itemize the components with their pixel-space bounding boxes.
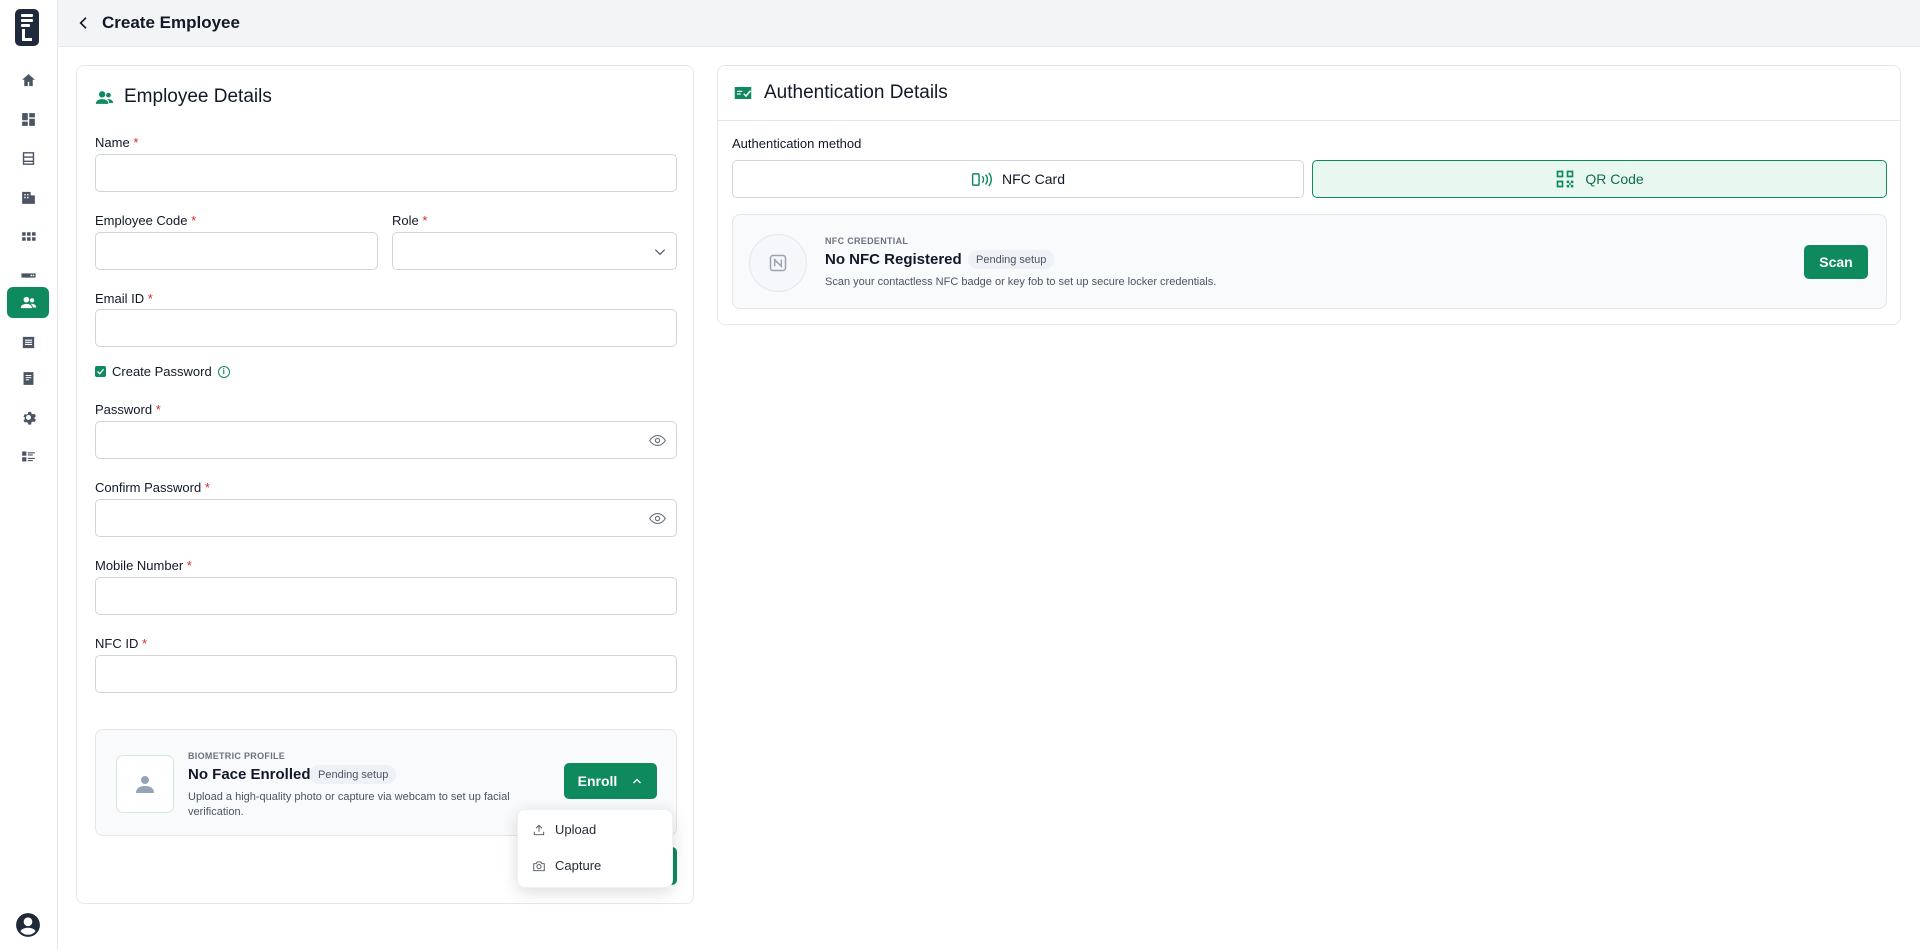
email-label: Email ID * [95,291,153,306]
home-icon [21,74,35,87]
device-icon [20,273,36,278]
sidebar-item-settings[interactable] [7,402,49,433]
main-content: Employee Details Name * Employee Code * … [58,47,1920,950]
password-field[interactable] [95,421,677,459]
name-field[interactable] [95,154,677,192]
nfc-id-field[interactable] [95,655,677,693]
gear-icon [22,411,36,425]
menu-item-capture[interactable]: Capture [532,858,601,873]
sidebar-item-dashboard[interactable] [7,104,49,135]
card-title-text: Authentication Details [764,82,948,103]
sidebar-item-reports[interactable] [7,441,49,472]
face-avatar [116,755,174,813]
create-password-checkbox[interactable] [95,366,106,377]
mobile-field[interactable] [95,577,677,615]
id-card-icon [734,87,752,99]
sidebar-item-list[interactable] [7,327,49,358]
user-silhouette-icon [136,776,154,793]
mobile-label: Mobile Number * [95,558,192,573]
enroll-button[interactable]: Enroll [564,763,657,799]
sidebar-item-home[interactable] [7,65,49,96]
confirm-password-field[interactable] [95,499,677,537]
list-icon [22,336,34,349]
building-icon [21,191,35,204]
menu-item-label: Capture [555,858,602,873]
dashboard-icon [21,113,35,126]
email-field[interactable] [95,309,677,347]
auth-card-header: Authentication Details [718,66,1900,121]
employee-details-card: Employee Details Name * Employee Code * … [76,65,694,904]
enroll-menu: Upload Capture [517,809,673,888]
nfc-description: Scan your contactless NFC badge or key f… [825,276,1217,288]
confirm-password-label: Confirm Password * [95,480,210,495]
chevron-up-icon [633,778,642,784]
eye-icon[interactable] [649,511,666,526]
biometric-description: Upload a high-quality photo or capture v… [188,791,510,818]
back-button[interactable] [70,9,98,37]
biometric-status-title: No Face Enrolled [188,766,311,783]
sidebar-item-grid[interactable] [7,221,49,252]
reports-icon [21,451,35,462]
biometric-eyebrow: BIOMETRIC PROFILE [188,751,286,761]
sidebar-item-users[interactable] [7,287,49,318]
grid-icon [21,232,36,241]
page-title: Create Employee [102,13,240,32]
role-select[interactable] [392,232,677,270]
top-bar: Create Employee [58,0,1920,47]
camera-icon [533,860,545,871]
nfc-eyebrow: NFC CREDENTIAL [825,236,909,246]
app-logo[interactable] [15,9,39,46]
sidebar-profile[interactable] [7,909,49,940]
chevron-left-icon [79,17,87,29]
upload-icon [533,824,545,835]
role-label: Role * [392,213,428,228]
users-icon [20,296,36,309]
create-password-label: Create Password [112,364,212,379]
auth-option-qr-code[interactable]: QR Code [1312,160,1887,198]
lockers-icon [22,152,34,165]
create-password-row[interactable]: Create Password i [95,364,230,379]
eye-icon[interactable] [649,433,666,448]
users-icon [95,90,114,104]
nfc-status-title: No NFC Registered [825,251,962,268]
auth-heading: Authentication Details [732,82,948,104]
sidebar [0,0,58,950]
document-icon [23,372,33,385]
user-circle-icon [16,912,40,937]
sidebar-item-lockers[interactable] [7,143,49,174]
info-icon[interactable]: i [217,365,230,378]
menu-item-upload[interactable]: Upload [532,822,596,837]
sidebar-item-building[interactable] [7,182,49,213]
employee-code-field[interactable] [95,232,378,270]
qr-icon [1556,170,1574,188]
password-label: Password * [95,402,161,417]
scan-button[interactable]: Scan [1804,245,1868,279]
status-badge: Pending setup [310,765,397,784]
name-label: Name * [95,135,139,150]
employee-code-label: Employee Code * [95,213,197,228]
nfc-id-label: NFC ID * [95,636,148,651]
chevron-down-icon [654,249,666,256]
nfc-badge [749,234,807,292]
nfc-icon [971,172,992,186]
check-icon [97,368,105,375]
card-title-text: Employee Details [124,86,272,107]
menu-item-label: Upload [555,822,597,837]
employee-details-heading: Employee Details [95,86,272,108]
nfc-credential-panel: NFC CREDENTIAL No NFC Registered Pending… [732,214,1887,309]
sidebar-item-document[interactable] [7,363,49,394]
nfc-logo-icon [769,254,787,272]
auth-option-label: QR Code [1585,171,1644,187]
status-badge: Pending setup [968,250,1055,269]
auth-option-label: NFC Card [1001,171,1065,187]
auth-method-label: Authentication method [732,136,862,151]
auth-option-nfc-card[interactable]: NFC Card [732,160,1304,198]
authentication-card: Authentication Details Authentication me… [717,65,1901,325]
